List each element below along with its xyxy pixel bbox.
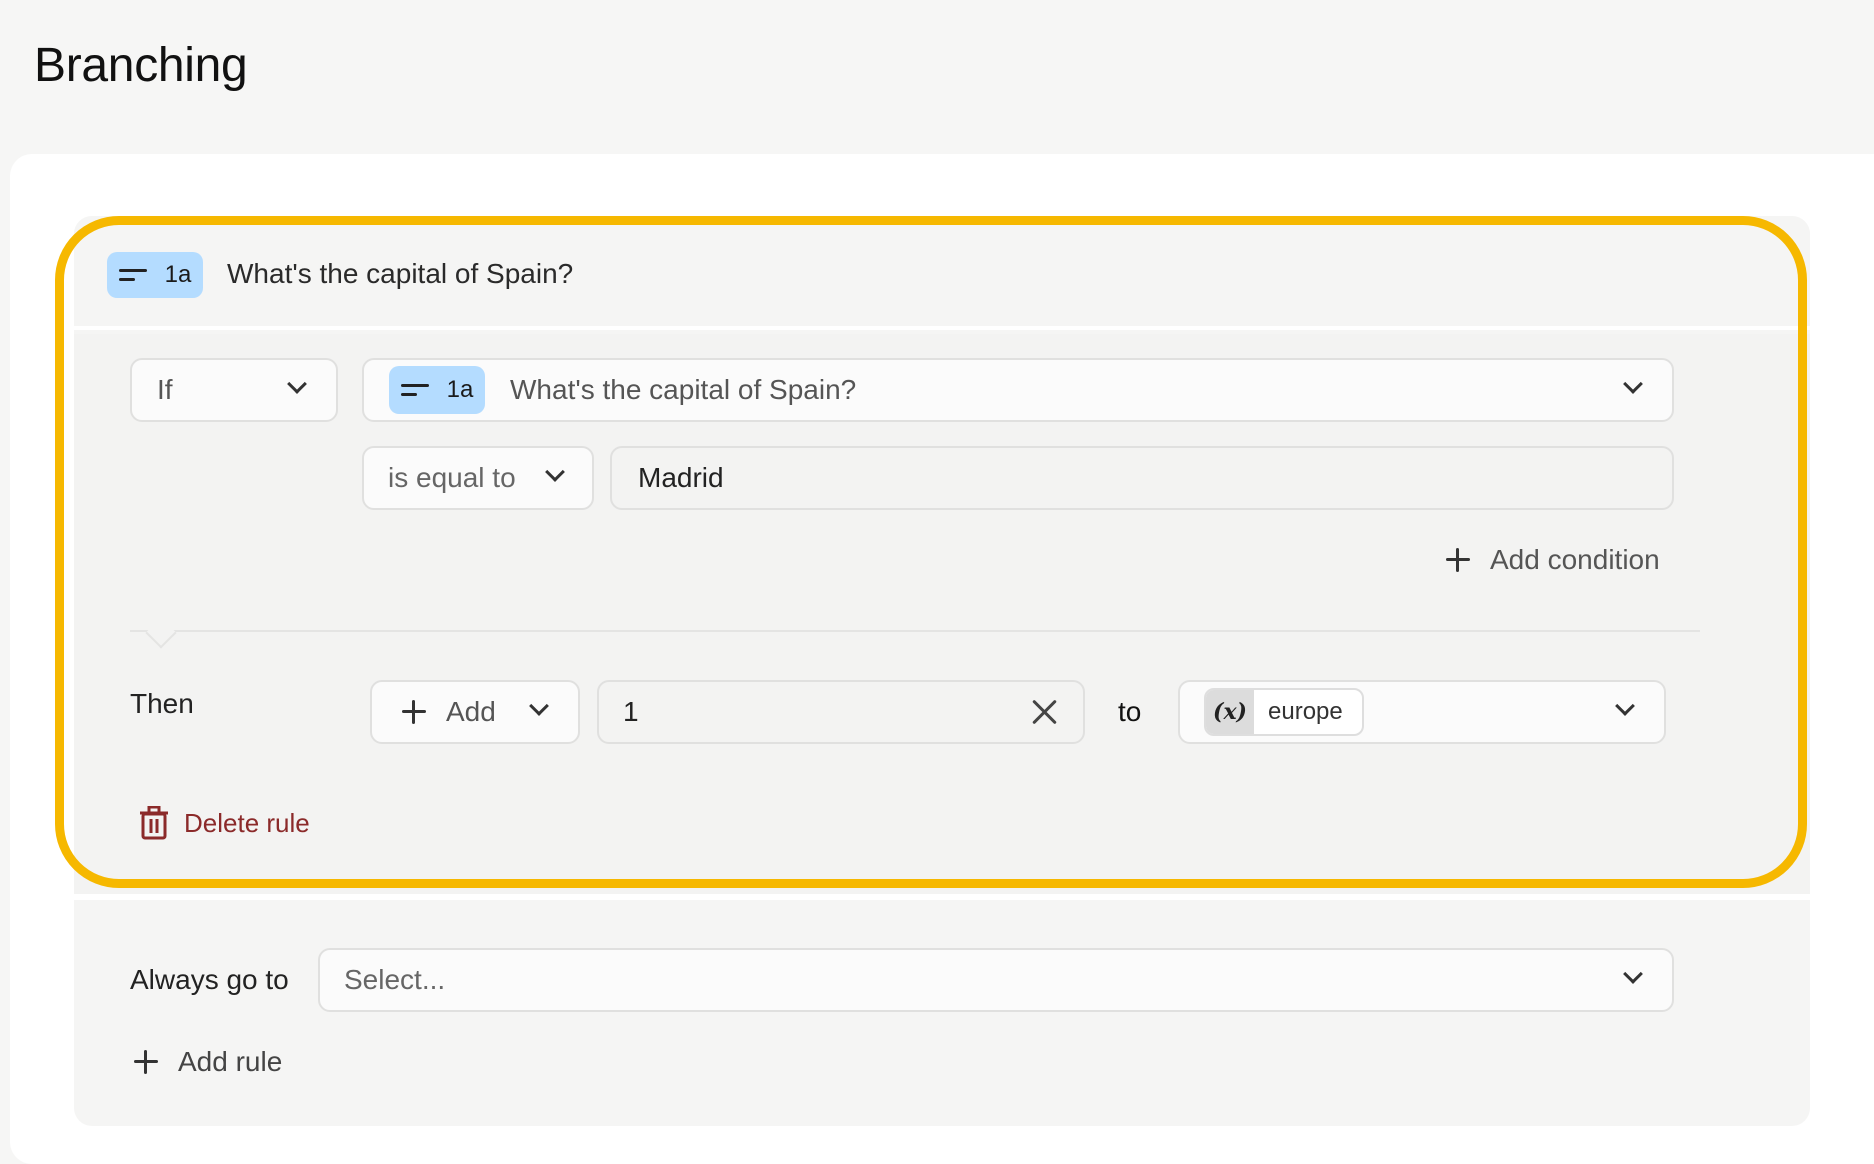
question-number: 1a <box>446 376 474 403</box>
variable-name: europe <box>1268 698 1343 725</box>
question-title: What's the capital of Spain? <box>227 258 574 289</box>
delete-rule-button[interactable]: Delete rule <box>140 806 310 840</box>
to-label: to <box>1118 696 1142 727</box>
variable-icon: (x) <box>1206 690 1254 734</box>
question-select[interactable]: 1a What's the capital of Spain? <box>362 358 1674 422</box>
chevron-down-icon <box>1615 696 1635 716</box>
always-go-to-select[interactable]: Select... <box>318 948 1674 1012</box>
question-badge: 1a <box>107 252 203 298</box>
always-go-to-placeholder: Select... <box>344 964 446 995</box>
chevron-down-icon <box>1623 374 1643 394</box>
chevron-down-icon <box>545 462 565 482</box>
chevron-down-icon <box>287 374 307 394</box>
page-title: Branching <box>34 39 248 92</box>
if-select[interactable]: If <box>130 358 338 422</box>
short-text-icon <box>118 269 147 281</box>
add-rule-button[interactable]: Add rule <box>134 1046 282 1078</box>
add-condition-button[interactable]: Add condition <box>1446 544 1660 576</box>
operator-select[interactable]: is equal to <box>362 446 594 510</box>
plus-icon <box>402 700 426 724</box>
short-text-icon <box>400 384 429 396</box>
question-number: 1a <box>164 261 192 288</box>
condition-value: Madrid <box>638 462 724 493</box>
always-go-to-label: Always go to <box>130 964 289 995</box>
section-divider <box>130 630 1700 632</box>
question-badge: 1a <box>389 366 485 414</box>
trash-icon <box>140 806 168 840</box>
then-label: Then <box>130 688 194 719</box>
rule-separator <box>74 894 1810 900</box>
add-rule-label: Add rule <box>178 1046 283 1077</box>
condition-value-input[interactable]: Madrid <box>610 446 1674 510</box>
action-amount: 1 <box>623 696 639 727</box>
plus-icon <box>134 1050 158 1074</box>
action-add-select[interactable]: Add <box>370 680 580 744</box>
chevron-down-icon <box>1623 964 1643 984</box>
question-text: What's the capital of Spain? <box>510 374 857 405</box>
operator-label: is equal to <box>388 462 516 493</box>
chevron-down-icon <box>529 696 549 716</box>
if-label: If <box>157 374 173 405</box>
variable-chip: (x) europe <box>1204 688 1364 736</box>
plus-icon <box>1446 548 1470 572</box>
clear-icon[interactable] <box>1031 698 1059 726</box>
delete-rule-label: Delete rule <box>184 807 310 838</box>
action-add-label: Add <box>446 696 496 727</box>
add-condition-label: Add condition <box>1490 544 1660 575</box>
action-amount-input[interactable]: 1 <box>597 680 1085 744</box>
